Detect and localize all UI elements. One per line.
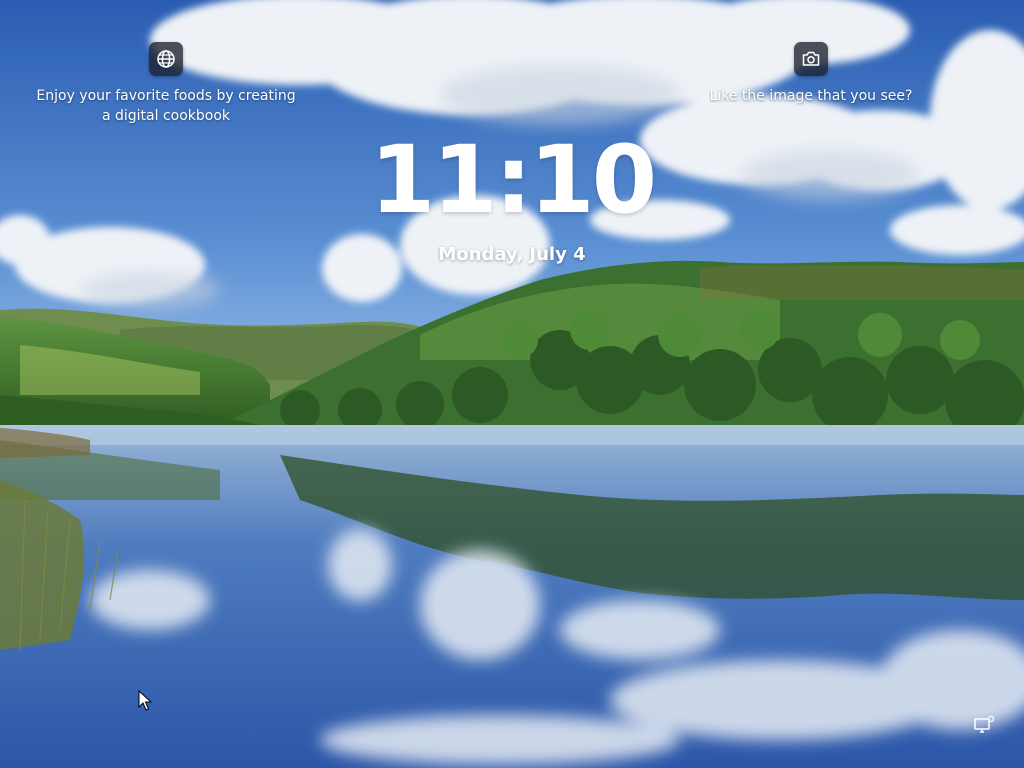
clock-date: Monday, July 4: [438, 244, 586, 265]
clock-time: 11:10: [369, 126, 657, 235]
globe-icon: [157, 50, 175, 68]
widget-cookbook[interactable]: Enjoy your favorite foods by creating a …: [34, 42, 298, 126]
network-icon[interactable]: [972, 714, 996, 738]
camera-icon: [802, 51, 820, 66]
mouse-cursor: [138, 690, 152, 711]
widget-image-feedback[interactable]: Like the image that you see?: [700, 42, 922, 106]
widget-cookbook-text: Enjoy your favorite foods by creating a …: [36, 88, 296, 124]
widget-image-feedback-text: Like the image that you see?: [709, 88, 913, 104]
camera-button[interactable]: [794, 42, 828, 76]
globe-button[interactable]: [149, 42, 183, 76]
